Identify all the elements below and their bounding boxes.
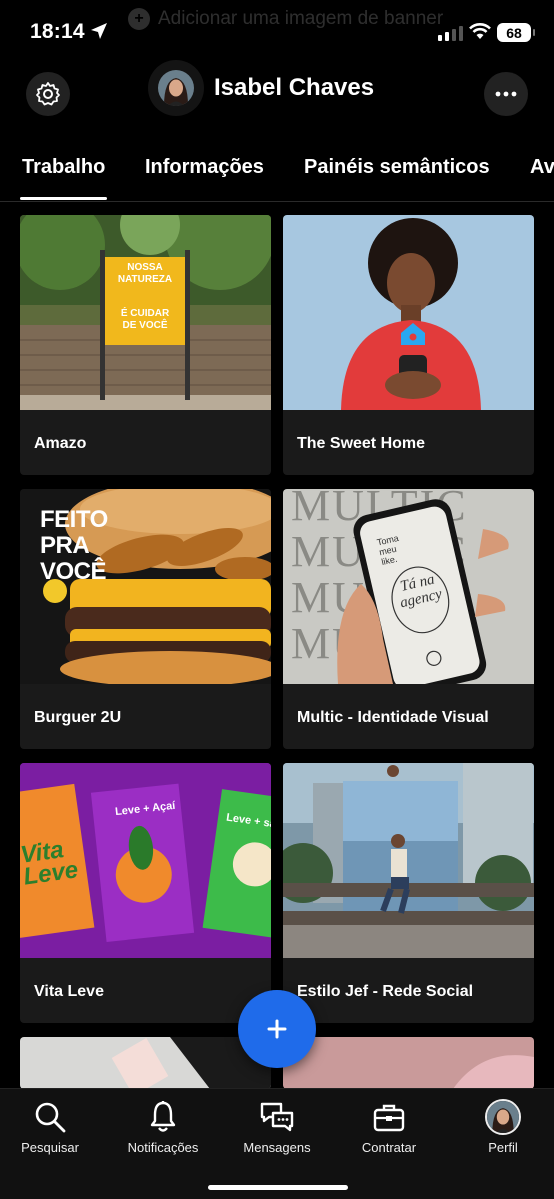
active-tab-indicator [20,197,107,200]
location-arrow-icon [91,23,107,39]
add-project-button[interactable] [238,990,316,1068]
project-card-partial-left[interactable] [20,1037,271,1089]
nav-label: Mensagens [243,1140,311,1155]
poster-line: NOSSA [127,262,163,273]
tab-trabalho[interactable]: Trabalho [22,156,105,179]
project-card-multic[interactable]: MULTIC MULTIC MULTIC MULTIC Toma meu lik… [283,489,534,749]
tab-informacoes[interactable]: Informações [145,156,264,179]
more-options-button[interactable] [484,72,528,116]
project-thumbnail: MULTIC MULTIC MULTIC MULTIC Toma meu lik… [283,489,534,684]
nav-label: Contratar [361,1140,417,1155]
nav-item-notifications[interactable]: Notificações [113,1097,213,1155]
project-card-partial-right[interactable] [283,1037,534,1089]
profile-name: Isabel Chaves [214,74,375,101]
poster-line: NATUREZA [117,274,173,285]
bottom-navigation: Pesquisar Notificações Mensagens Contrat… [0,1088,554,1199]
profile-header: Isabel Chaves [148,60,374,116]
project-thumbnail [283,215,534,410]
profile-tabs: Trabalho Informações Painéis semânticos … [0,150,554,202]
amazo-poster-text: NOSSA NATUREZA É CUIDAR DE VOCÊ [112,262,178,332]
project-thumbnail [283,763,534,958]
nav-item-search[interactable]: Pesquisar [0,1097,100,1155]
battery-indicator: 68 [497,23,535,42]
project-card-estilo-jef[interactable]: Estilo Jef - Rede Social [283,763,534,1023]
nav-label: Notificações [127,1140,199,1155]
cellular-signal-icon [438,26,463,41]
vita-leve-logo: Vita Leve [20,836,80,891]
project-title: Amazo [34,435,87,452]
project-thumbnail: NOSSA NATUREZA É CUIDAR DE VOCÊ [20,215,271,410]
project-thumbnail [20,1037,271,1089]
banner-hint[interactable]: + Adicionar uma imagem de banner [128,8,443,30]
project-title: Burguer 2U [34,709,122,726]
avatar [485,1099,521,1135]
poster-line: É CUIDAR [120,308,170,319]
nav-item-hire[interactable]: Contratar [339,1097,439,1155]
add-banner-icon: + [128,8,150,30]
project-card-vita-leve[interactable]: Vita Leve Leve + Açaí Leve + sa Vita Lev… [20,763,271,1023]
project-title: The Sweet Home [297,435,426,452]
project-thumbnail: Vita Leve Leve + Açaí Leve + sa [20,763,271,958]
burguer-overlay-text: FEITO PRA VOCÊ [40,507,108,585]
home-indicator [208,1185,348,1190]
project-card-amazo[interactable]: NOSSA NATUREZA É CUIDAR DE VOCÊ Amazo [20,215,271,475]
project-title: Multic - Identidade Visual [297,709,489,726]
project-title: Vita Leve [34,983,104,1000]
overlay-line: VOCÊ [40,558,107,585]
poster-text: Leve [21,856,80,891]
wifi-icon [469,23,491,39]
poster-line: DE VOCÊ [122,320,168,331]
gear-icon [36,82,60,106]
bell-icon [150,1101,176,1132]
overlay-line: FEITO [40,506,108,533]
project-thumbnail [283,1037,534,1089]
project-thumbnail: FEITO PRA VOCÊ [20,489,271,684]
project-card-burguer-2u[interactable]: FEITO PRA VOCÊ Burguer 2U [20,489,271,749]
project-title: Estilo Jef - Rede Social [297,983,474,1000]
project-card-sweet-home[interactable]: The Sweet Home [283,215,534,475]
search-icon [35,1102,66,1133]
messages-icon [260,1102,294,1132]
plus-icon [267,1019,287,1039]
overlay-line: PRA [40,532,90,559]
nav-label: Perfil [488,1140,518,1155]
briefcase-icon [373,1104,405,1132]
more-dots-icon [495,91,517,97]
status-bar: 18:14 + Adicionar uma imagem de banner 6… [0,0,554,60]
tab-paineis-semanticos[interactable]: Painéis semânticos [304,156,490,179]
battery-level: 68 [506,24,522,41]
nav-item-messages[interactable]: Mensagens [227,1097,327,1155]
profile-avatar[interactable] [148,60,204,116]
nav-item-profile[interactable]: Perfil [453,1097,553,1155]
banner-hint-label: Adicionar uma imagem de banner [158,8,444,29]
nav-label: Pesquisar [21,1140,79,1155]
tab-avaliacoes[interactable]: Av [530,156,554,179]
status-time: 18:14 [30,20,85,43]
settings-button[interactable] [26,72,70,116]
